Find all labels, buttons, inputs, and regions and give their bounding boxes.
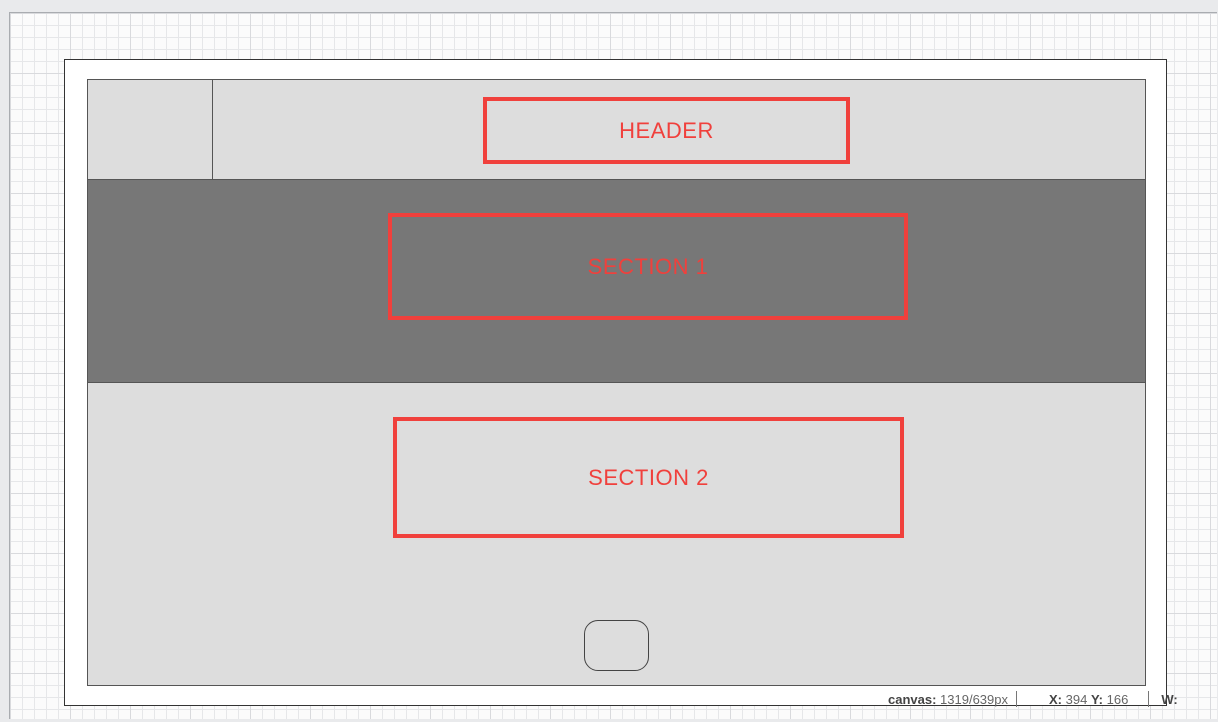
home-button-shape[interactable] <box>584 620 649 671</box>
y-key: Y: <box>1090 691 1103 707</box>
section2-annotation[interactable]: SECTION 2 <box>393 417 904 538</box>
section1-annotation[interactable]: SECTION 1 <box>388 213 908 320</box>
logo-placeholder[interactable] <box>88 80 213 179</box>
y-value: 166 <box>1106 691 1129 707</box>
status-bar: canvas: 1319/639px X: 394 Y: 166 W: <box>880 689 1218 709</box>
header-label: HEADER <box>619 117 714 143</box>
cursor-position-readout: X: 394 Y: 166 <box>1017 692 1136 707</box>
x-value: 394 <box>1065 691 1088 707</box>
canvas-size-key: canvas: <box>888 691 937 707</box>
width-readout: W: <box>1149 692 1185 707</box>
wireframe-screen[interactable]: HEADER SECTION 1 SECTION 2 <box>87 79 1146 686</box>
header-annotation[interactable]: HEADER <box>483 97 850 164</box>
editor-window: HEADER SECTION 1 SECTION 2 canvas: 1319/… <box>0 0 1218 722</box>
header-region[interactable]: HEADER <box>88 80 1145 180</box>
w-key: W: <box>1161 691 1178 707</box>
section2-label: SECTION 2 <box>588 464 709 490</box>
x-key: X: <box>1049 691 1062 707</box>
canvas-size-readout: canvas: 1319/639px <box>880 692 1016 707</box>
section1-label: SECTION 1 <box>587 253 709 279</box>
canvas-size-value: 1319/639px <box>940 691 1008 707</box>
